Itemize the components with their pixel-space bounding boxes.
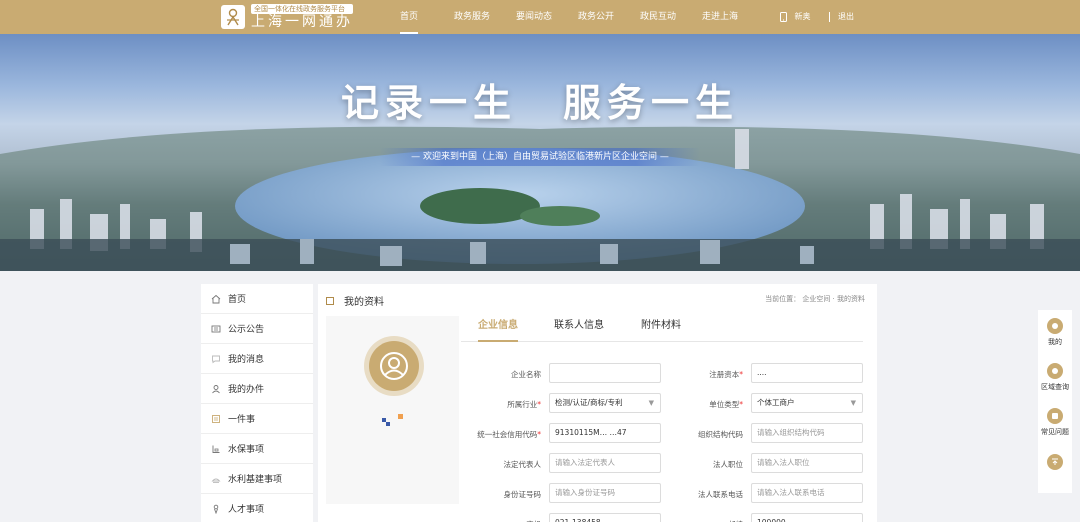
list-icon (211, 414, 221, 424)
nav-about-shanghai[interactable]: 走进上海 (702, 0, 738, 34)
profile-card (326, 316, 459, 504)
user-avatar-icon (380, 352, 408, 380)
field-label: 法人职位 (713, 460, 743, 469)
sidebar-item-label: 人才事项 (228, 505, 265, 515)
sidebar-item-label: 首页 (228, 295, 247, 305)
landline-field[interactable]: 021-138458... (549, 513, 661, 522)
float-area-query-button[interactable]: 区域查询 (1038, 363, 1072, 392)
banner-subtitle: — 欢迎来到中国（上海）自由贸易试验区临港新片区企业空间 — (380, 148, 700, 166)
sidebar-item-label: 水利基建事项 (228, 475, 283, 485)
back-to-top-icon (1047, 454, 1063, 470)
sidebar-item-label: 水保事项 (228, 445, 265, 455)
field-label: 组织结构代码 (698, 430, 743, 439)
banner-title-right: 服务一生 (563, 81, 740, 125)
mobile-device-link[interactable]: 新奥 (780, 0, 811, 34)
unit-type-select[interactable]: 个体工商户 ▼ (751, 393, 863, 413)
page-title: 我的资料 (326, 293, 384, 308)
float-item-label: 我的 (1048, 338, 1062, 346)
nav-public-affairs[interactable]: 政务公开 (578, 0, 614, 34)
tab-company-info[interactable]: 企业信息 (478, 316, 518, 342)
sidebar-item-one-thing[interactable]: 一件事 (201, 404, 313, 434)
banner-headline: 记录一生 服务一生 (0, 72, 1080, 127)
id-number-field[interactable]: 请输入身份证号码 (549, 483, 661, 503)
sidebar-item-my-cases[interactable]: 我的办件 (201, 374, 313, 404)
postcode-field[interactable]: 100000 (751, 513, 863, 522)
org-code-field[interactable]: 请输入组织结构代码 (751, 423, 863, 443)
float-faq-button[interactable]: 常见问题 (1038, 408, 1072, 437)
message-icon (211, 354, 221, 364)
mobile-phone-icon (780, 11, 787, 22)
field-label: 所属行业* (507, 400, 541, 409)
company-name-field[interactable] (549, 363, 661, 383)
sidebar-item-talent[interactable]: 人才事项 (201, 494, 313, 522)
avatar[interactable] (364, 336, 424, 396)
nav-interaction[interactable]: 政民互动 (640, 0, 676, 34)
faq-icon (1047, 408, 1063, 424)
field-label: 注册资本* (709, 370, 743, 379)
float-my-button[interactable]: 我的 (1038, 318, 1072, 347)
notice-icon (211, 324, 221, 334)
sidebar-menu: 首页 公示公告 我的消息 我的办件 一件事 水保事项 水利基建事项 人才事项 (201, 284, 313, 522)
site-logo[interactable]: 全国一体化在线政务服务平台 上海一网通办 (221, 4, 353, 30)
sidebar-item-messages[interactable]: 我的消息 (201, 344, 313, 374)
sidebar-item-notices[interactable]: 公示公告 (201, 314, 313, 344)
tab-contact-info[interactable]: 联系人信息 (554, 316, 604, 342)
user-file-icon (211, 384, 221, 394)
field-label: 法定代表人 (503, 460, 542, 469)
float-item-label: 区域查询 (1041, 383, 1069, 391)
sidebar-item-water-construction[interactable]: 水利基建事项 (201, 464, 313, 494)
floating-toolbar: 我的 区域查询 常见问题 (1038, 310, 1072, 493)
logo-title: 上海一网通办 (251, 14, 353, 30)
industry-select[interactable]: 检测/认证/商标/专利 ▼ (549, 393, 661, 413)
page-title-text: 我的资料 (344, 297, 384, 308)
construction-icon (211, 474, 221, 484)
talent-icon (211, 504, 221, 514)
location-icon (1047, 363, 1063, 379)
field-label: 身份证号码 (503, 490, 542, 499)
profile-panel: 我的资料 当前位置： 企业空间 · 我的资料 企业信息 联系人信息 附件材料 企… (318, 284, 877, 522)
tab-attachments[interactable]: 附件材料 (641, 316, 681, 342)
float-item-label: 常见问题 (1041, 428, 1069, 436)
sidebar-item-label: 我的消息 (228, 355, 265, 365)
hero-banner: 记录一生 服务一生 — 欢迎来到中国（上海）自由贸易试验区临港新片区企业空间 — (0, 34, 1080, 271)
sidebar-item-home[interactable]: 首页 (201, 284, 313, 314)
field-label: 企业名称 (511, 370, 541, 379)
chevron-down-icon: ▼ (850, 399, 856, 407)
topbar-divider (829, 12, 830, 22)
user-icon (1047, 318, 1063, 334)
logo-subtitle: 全国一体化在线政务服务平台 (251, 4, 353, 14)
device-label: 新奥 (794, 12, 811, 21)
field-label: 法人联系电话 (698, 490, 743, 499)
sidebar-item-water-conservation[interactable]: 水保事项 (201, 434, 313, 464)
water-icon (211, 444, 221, 454)
redacted-name-mosaic (382, 414, 403, 426)
breadcrumb: 当前位置： 企业空间 · 我的资料 (765, 295, 865, 303)
sidebar-item-label: 公示公告 (228, 325, 265, 335)
legal-phone-field[interactable]: 请输入法人联系电话 (751, 483, 863, 503)
sidebar-item-label: 我的办件 (228, 385, 265, 395)
profile-tabs: 企业信息 联系人信息 附件材料 (461, 314, 863, 342)
top-navigation-bar: 全国一体化在线政务服务平台 上海一网通办 首页 政务服务 要闻动态 政务公开 政… (0, 0, 1080, 34)
credit-code-field[interactable]: 91310115M… …47 (549, 423, 661, 443)
back-to-top-button[interactable] (1038, 454, 1072, 473)
banner-title-left: 记录一生 (340, 81, 517, 125)
logo-emblem-icon (221, 5, 245, 29)
field-label: 单位类型* (709, 400, 743, 409)
sidebar-item-label: 一件事 (228, 415, 256, 425)
legal-representative-field[interactable]: 请输入法定代表人 (549, 453, 661, 473)
nav-government-services[interactable]: 政务服务 (454, 0, 490, 34)
profile-title-icon (326, 296, 334, 305)
logout-link[interactable]: 退出 (838, 0, 854, 34)
field-label: 统一社会信用代码* (477, 430, 541, 439)
nav-news[interactable]: 要闻动态 (516, 0, 552, 34)
home-icon (211, 294, 221, 304)
nav-home[interactable]: 首页 (400, 0, 419, 34)
legal-position-field[interactable]: 请输入法人职位 (751, 453, 863, 473)
registered-capital-field[interactable]: .... (751, 363, 863, 383)
